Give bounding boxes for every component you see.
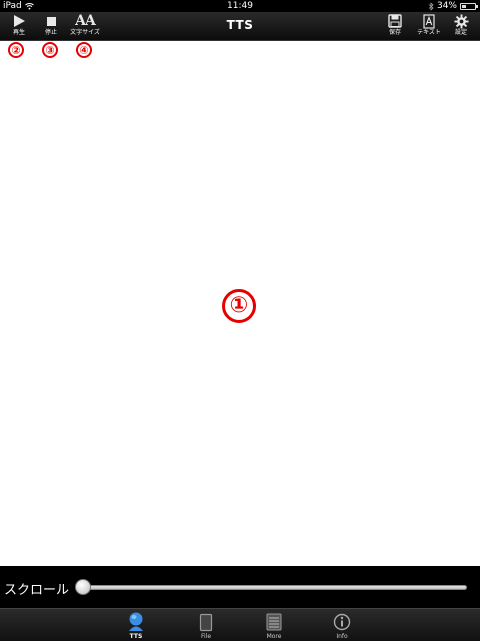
gear-icon xyxy=(453,13,469,29)
scroll-row: スクロール xyxy=(0,566,480,608)
status-right: 34% xyxy=(428,0,478,12)
tab-label-file: File xyxy=(200,633,212,640)
tab-label-tts: TTS xyxy=(129,633,143,640)
status-time: 11:49 xyxy=(227,1,253,11)
save-label: 保存 xyxy=(388,29,401,36)
more-icon xyxy=(266,613,282,631)
annotation-content: ① xyxy=(222,289,256,323)
tab-more[interactable]: More xyxy=(244,609,304,641)
tab-label-more: More xyxy=(266,633,282,640)
battery-fill xyxy=(462,4,466,8)
annotation-stop: ③ xyxy=(42,42,58,58)
toolbar: 再生 停止 AA 文字サイズ TTS 保存 テキスト 設定 xyxy=(0,12,480,41)
text-button[interactable]: テキスト xyxy=(412,13,446,39)
tab-bar: TTS File More Info xyxy=(0,608,480,641)
tab-label-info: Info xyxy=(336,633,348,640)
settings-button[interactable]: 設定 xyxy=(444,13,478,39)
file-icon xyxy=(199,613,213,631)
battery-icon xyxy=(460,2,478,10)
save-button[interactable]: 保存 xyxy=(378,13,412,39)
floppy-disk-icon xyxy=(388,14,402,28)
tab-file[interactable]: File xyxy=(176,609,236,641)
settings-label: 設定 xyxy=(454,29,467,36)
scroll-label: スクロール xyxy=(4,583,70,598)
tts-icon xyxy=(129,612,143,631)
tab-info[interactable]: Info xyxy=(312,609,372,641)
bluetooth-icon xyxy=(428,1,434,11)
text-label: テキスト xyxy=(417,29,441,36)
annotation-font-size: ④ xyxy=(76,42,92,58)
battery-percent: 34% xyxy=(436,1,457,11)
annotation-play: ② xyxy=(8,42,24,58)
scroll-slider-thumb[interactable] xyxy=(75,579,91,595)
scroll-slider-track[interactable] xyxy=(82,585,467,590)
text-document-icon xyxy=(423,13,435,29)
info-icon xyxy=(333,613,351,631)
tab-tts[interactable]: TTS xyxy=(106,609,166,641)
status-bar: iPad 11:49 34% xyxy=(0,0,480,12)
